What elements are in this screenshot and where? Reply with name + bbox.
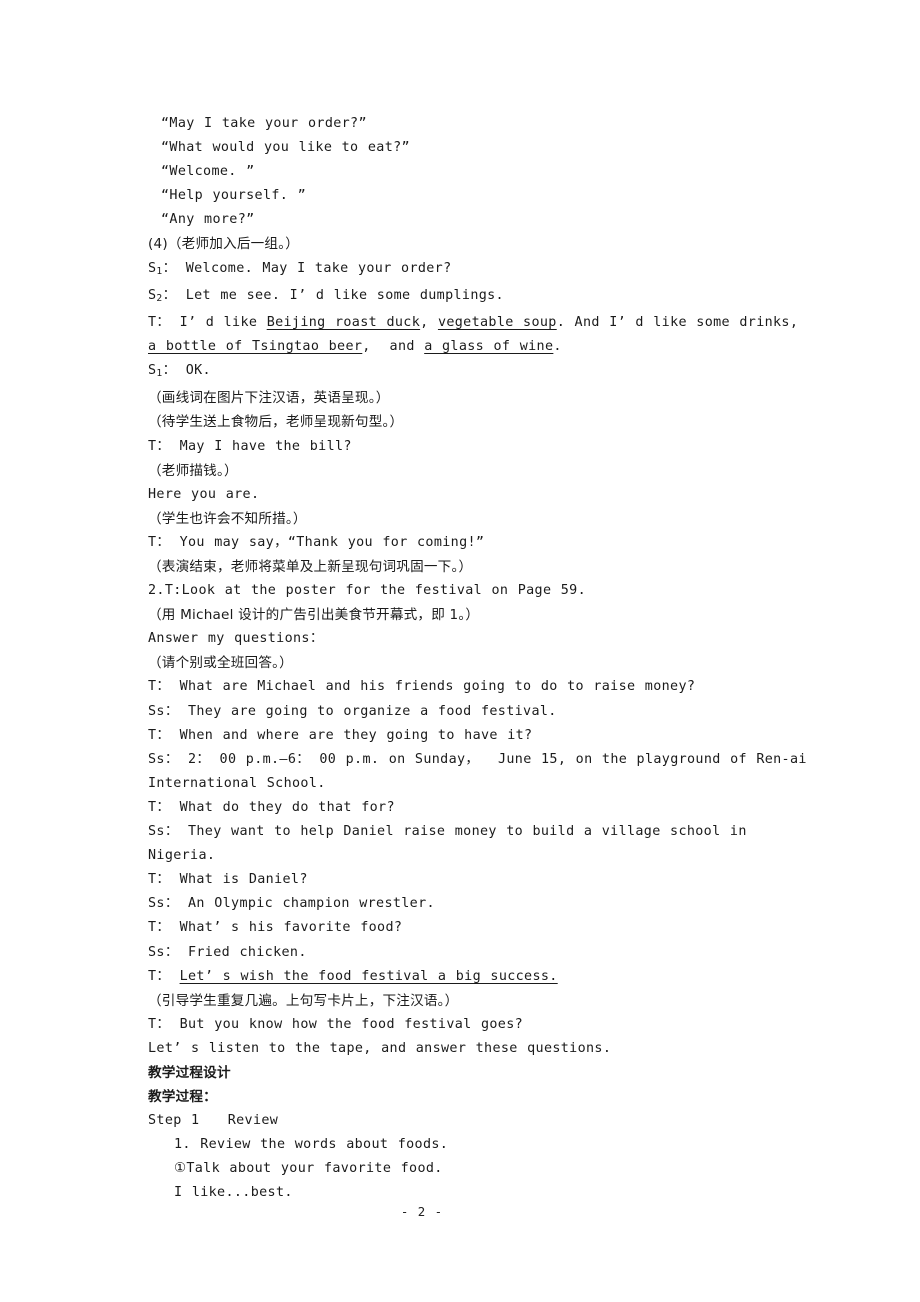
- text-line: Let’ s listen to the tape, and answer th…: [148, 1040, 612, 1056]
- text-line: （学生也许会不知所措。）: [148, 510, 307, 527]
- heading-teaching-process: 教学过程：: [148, 1089, 217, 1106]
- step-heading: Step 1 Review: [148, 1113, 279, 1129]
- step-item: 1. Review the words about foods.: [174, 1137, 449, 1153]
- text-line: (4)（老师加入后一组。）: [148, 236, 299, 253]
- underlined-phrase: vegetable soup: [437, 314, 557, 330]
- text-line: “Welcome. ”: [161, 164, 255, 180]
- line-text: T： I’ d like: [148, 314, 267, 330]
- page-footer: - 2 -: [0, 1203, 920, 1221]
- text-line: T： What are Michael and his friends goin…: [148, 679, 696, 695]
- line-text: ： Welcome. May I take your order?: [162, 260, 452, 276]
- document-body: “May I take your order?” “What would you…: [148, 112, 808, 1206]
- text-line: T： What’ s his favorite food?: [148, 920, 403, 936]
- step-example: I like...best.: [174, 1185, 293, 1201]
- text-line: （待学生送上食物后，老师呈现新句型。）: [148, 414, 404, 431]
- line-text: , and: [362, 339, 425, 355]
- text-line: （用 Michael 设计的广告引出美食节开幕式，即 1。）: [148, 607, 480, 624]
- text-line: （表演结束，老师将菜单及上新呈现句词巩固一下。）: [148, 559, 473, 576]
- text-line: Answer my questions：: [148, 631, 324, 647]
- text-line: T： What is Daniel?: [148, 872, 308, 888]
- text-line: （请个别或全班回答。）: [148, 655, 293, 672]
- text-line: “May I take your order?”: [161, 116, 367, 131]
- underlined-phrase: a bottle of Tsingtao beer: [148, 339, 363, 355]
- text-line: Ss： 2： 00 p.m.–6： 00 p.m. on Sunday， Jun…: [148, 751, 817, 791]
- document-page: “May I take your order?” “What would you…: [0, 0, 920, 1302]
- line-text: ： OK.: [162, 363, 211, 379]
- text-line: T： What do they do that for?: [148, 799, 395, 815]
- text-line: T： May I have the bill?: [148, 438, 352, 454]
- line-text: T：: [148, 968, 180, 984]
- text-line-speaker-s1: S1： OK.: [148, 359, 808, 386]
- step-subitem: ①Talk about your favorite food.: [174, 1161, 443, 1177]
- underlined-phrase: a glass of wine: [424, 339, 554, 355]
- text-line: Ss： They are going to organize a food fe…: [148, 703, 557, 719]
- text-line: Ss： An Olympic champion wrestler.: [148, 896, 435, 912]
- text-line: “Help yourself. ”: [161, 188, 307, 204]
- text-line-wish-success: T： Let’ s wish the food festival a big s…: [148, 965, 808, 989]
- line-text: . And I’ d like some drinks,: [556, 314, 808, 330]
- text-line: Here you are.: [148, 486, 260, 502]
- text-line-speaker-s2: S2： Let me see. I’ d like some dumplings…: [148, 284, 808, 311]
- text-line-teacher-order: T： I’ d like Beijing roast duck, vegetab…: [148, 311, 808, 359]
- text-line: Ss： They want to help Daniel raise money…: [148, 824, 757, 864]
- text-line: “What would you like to eat?”: [161, 140, 410, 156]
- text-line: T： But you know how the food festival go…: [148, 1016, 524, 1032]
- text-line: T： You may say，“Thank you for coming!”: [148, 534, 485, 550]
- text-line: （引导学生重复几遍。上句写卡片上，下注汉语。）: [148, 992, 459, 1009]
- line-text: ： Let me see. I’ d like some dumplings.: [162, 287, 504, 303]
- text-line: 2.T:Look at the poster for the festival …: [148, 583, 587, 599]
- text-line: （画线词在图片下注汉语，英语呈现。）: [148, 390, 390, 407]
- underlined-phrase: Beijing roast duck: [266, 314, 421, 330]
- underlined-sentence: Let’ s wish the food festival a big succ…: [179, 968, 558, 984]
- text-line: （老师描钱。）: [148, 462, 238, 479]
- heading-teaching-process-design: 教学过程设计: [148, 1064, 231, 1081]
- page-number: - 2 -: [400, 1204, 444, 1219]
- text-line: “Any more?”: [161, 212, 255, 228]
- text-line: T： When and where are they going to have…: [148, 727, 533, 743]
- line-text: ,: [420, 314, 438, 330]
- line-text: .: [553, 339, 562, 355]
- text-line-speaker-s1: S1： Welcome. May I take your order?: [148, 257, 808, 284]
- text-line: Ss： Fried chicken.: [148, 944, 307, 960]
